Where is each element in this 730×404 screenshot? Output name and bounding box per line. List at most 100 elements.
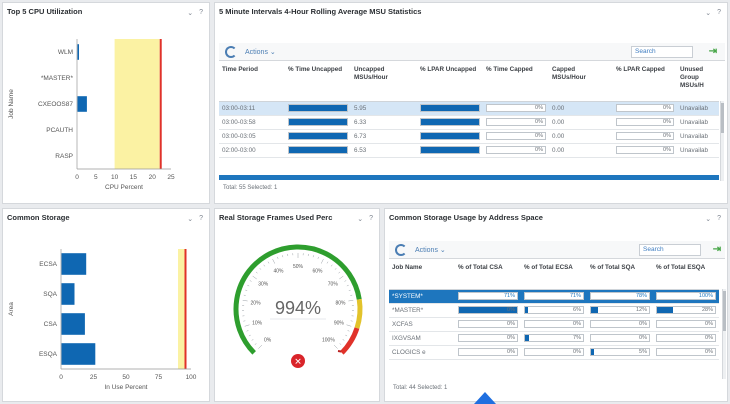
collapse-icon[interactable]: ⌄ <box>357 215 363 223</box>
csa-percent-cell: 0% <box>455 345 521 360</box>
gauge-tick <box>333 344 338 349</box>
y-tick-label: *MASTER* <box>41 75 74 82</box>
percent-bar: 0% <box>486 146 546 154</box>
table-row[interactable]: 02:00-03:00 6.53 0% 0.00 0% Unavailab <box>219 143 719 158</box>
y-tick-label: CSA <box>44 321 58 328</box>
gauge-scale-label: 40% <box>273 269 284 275</box>
col-time-uncapped[interactable]: % Time Uncapped <box>285 63 351 102</box>
table-row[interactable]: 03:00-03:58 6.33 0% 0.00 0% Unavailab <box>219 115 719 130</box>
col-lpar-capped[interactable]: % LPAR Capped <box>613 63 677 102</box>
gauge-arc-warning <box>354 298 363 329</box>
x-tick-label: 25 <box>167 174 175 181</box>
msu-scrollbar[interactable] <box>720 101 724 181</box>
collapse-icon[interactable]: ⌄ <box>187 215 193 223</box>
gauge-tick <box>346 284 349 287</box>
col-total-ecsa[interactable]: % of Total ECSA <box>521 261 587 290</box>
col-time-period[interactable]: Time Period <box>219 63 285 102</box>
msu-scroll-thumb[interactable] <box>721 103 724 133</box>
time-capped-bar: 0% <box>483 115 549 130</box>
x-tick-label: 50 <box>122 374 130 381</box>
uncapped-msu-cell: 6.53 <box>351 143 417 158</box>
time-capped-bar: 0% <box>483 101 549 116</box>
col-job-name[interactable]: Job Name <box>389 261 455 290</box>
time-cell: 02:00-03:00 <box>219 143 285 158</box>
percent-label: 0% <box>705 349 713 355</box>
col-total-csa[interactable]: % of Total CSA <box>455 261 521 290</box>
job-name-cell: XCFAS <box>389 317 455 332</box>
actions-menu[interactable]: Actions ⌄ <box>245 48 276 56</box>
sqa-percent-cell: 78% <box>587 289 653 304</box>
csa-scroll-thumb[interactable] <box>723 291 726 331</box>
help-icon[interactable]: ? <box>199 215 203 223</box>
collapse-icon[interactable]: ⌄ <box>705 9 711 17</box>
percent-bar: 71% <box>458 292 518 300</box>
table-row[interactable]: 03:00-03:05 6.73 0% 0.00 0% Unavailab <box>219 129 719 144</box>
gauge-scale-label: 20% <box>251 300 262 306</box>
gauge-tick <box>339 343 342 345</box>
table-row[interactable]: CLOGICS e 0% 0% 5% 0% <box>389 345 719 360</box>
col-total-esqa[interactable]: % of Total ESQA <box>653 261 719 290</box>
refresh-icon[interactable] <box>225 45 237 58</box>
percent-bar: 6% <box>524 306 584 314</box>
percent-bar <box>420 118 480 126</box>
gauge-tick <box>248 334 251 337</box>
collapse-icon[interactable]: ⌄ <box>187 9 193 17</box>
csa-percent-cell: 0% <box>455 331 521 346</box>
actions-menu[interactable]: Actions ⌄ <box>415 246 446 254</box>
next-page-icon[interactable]: ⇥ <box>711 244 723 256</box>
gauge-tick <box>344 280 347 282</box>
gauge-scale-label: 10% <box>252 320 263 326</box>
gauge-scale-label: 90% <box>334 320 345 326</box>
help-icon[interactable]: ? <box>369 215 373 223</box>
help-icon[interactable]: ? <box>199 9 203 17</box>
table-row[interactable]: XCFAS 0% 0% 0% 0% <box>389 317 719 332</box>
col-capped-msu[interactable]: Capped MSUs/Hour <box>549 63 613 102</box>
help-icon[interactable]: ? <box>717 215 721 223</box>
csa-panel-title: Common Storage Usage by Address Space <box>389 213 543 222</box>
col-uncapped-msu[interactable]: Uncapped MSUs/Hour <box>351 63 417 102</box>
percent-bar <box>420 132 480 140</box>
csa-scrollbar[interactable] <box>722 289 726 379</box>
col-time-capped[interactable]: % Time Capped <box>483 63 549 102</box>
gauge-tick <box>249 280 252 282</box>
collapse-icon[interactable]: ⌄ <box>705 215 711 223</box>
percent-bar: 0% <box>590 320 650 328</box>
bar <box>61 283 75 305</box>
lpar-capped-bar: 0% <box>613 129 677 144</box>
lpar-uncapped-bar <box>417 115 483 130</box>
frames-panel: Real Storage Frames Used Perc ⌄ ? 0% 10% 2… <box>214 208 380 402</box>
capped-msu-cell: 0.00 <box>549 101 613 116</box>
help-icon[interactable]: ? <box>717 9 721 17</box>
table-row[interactable]: *SYSTEM* 71% 71% 78% 100% <box>389 289 719 304</box>
gauge-tick <box>247 284 250 287</box>
x-tick-label: 5 <box>94 174 98 181</box>
refresh-icon[interactable] <box>395 243 407 256</box>
bar <box>61 253 87 275</box>
percent-bar: 0% <box>616 132 674 140</box>
x-axis-label: In Use Percent <box>105 384 148 391</box>
search-input[interactable]: Search <box>639 244 701 256</box>
col-total-sqa[interactable]: % of Total SQA <box>587 261 653 290</box>
table-row[interactable]: IXGVSAM 0% 7% 0% 0% <box>389 331 719 346</box>
uncapped-msu-cell: 6.73 <box>351 129 417 144</box>
ecsa-percent-cell: 6% <box>521 303 587 318</box>
percent-label: 71% <box>503 293 515 299</box>
frames-panel-title: Real Storage Frames Used Perc <box>219 213 333 222</box>
col-lpar-uncapped[interactable]: % LPAR Uncapped <box>417 63 483 102</box>
next-page-icon[interactable]: ⇥ <box>707 46 719 58</box>
percent-bar-fill <box>421 119 479 125</box>
col-unused-group-msu[interactable]: Unused Group MSUs/H <box>677 63 719 102</box>
uncapped-bar <box>285 129 351 144</box>
gauge-value: 994% <box>275 298 321 318</box>
cpu-panel-title: Top 5 CPU Utilization <box>7 7 83 16</box>
error-icon-glyph: ✕ <box>294 357 302 367</box>
table-row[interactable]: *MASTER* 0% 6% 12% 28% <box>389 303 719 318</box>
uncapped-bar <box>285 115 351 130</box>
search-input[interactable]: Search <box>631 46 693 58</box>
percent-bar-fill <box>289 105 347 111</box>
msu-panel-title: 5 Minute Intervals 4-Hour Rolling Averag… <box>219 7 422 16</box>
cpu-bar-chart: WLM *MASTER* CXEOOS87 PCAUTH RASP 0 5 10 15 20 25 C… <box>8 39 175 191</box>
table-row[interactable]: 03:00-03:11 5.95 0% 0.00 0% Unavailab <box>219 101 719 116</box>
percent-label: 0% <box>663 119 671 125</box>
x-tick-label: 0 <box>75 174 79 181</box>
